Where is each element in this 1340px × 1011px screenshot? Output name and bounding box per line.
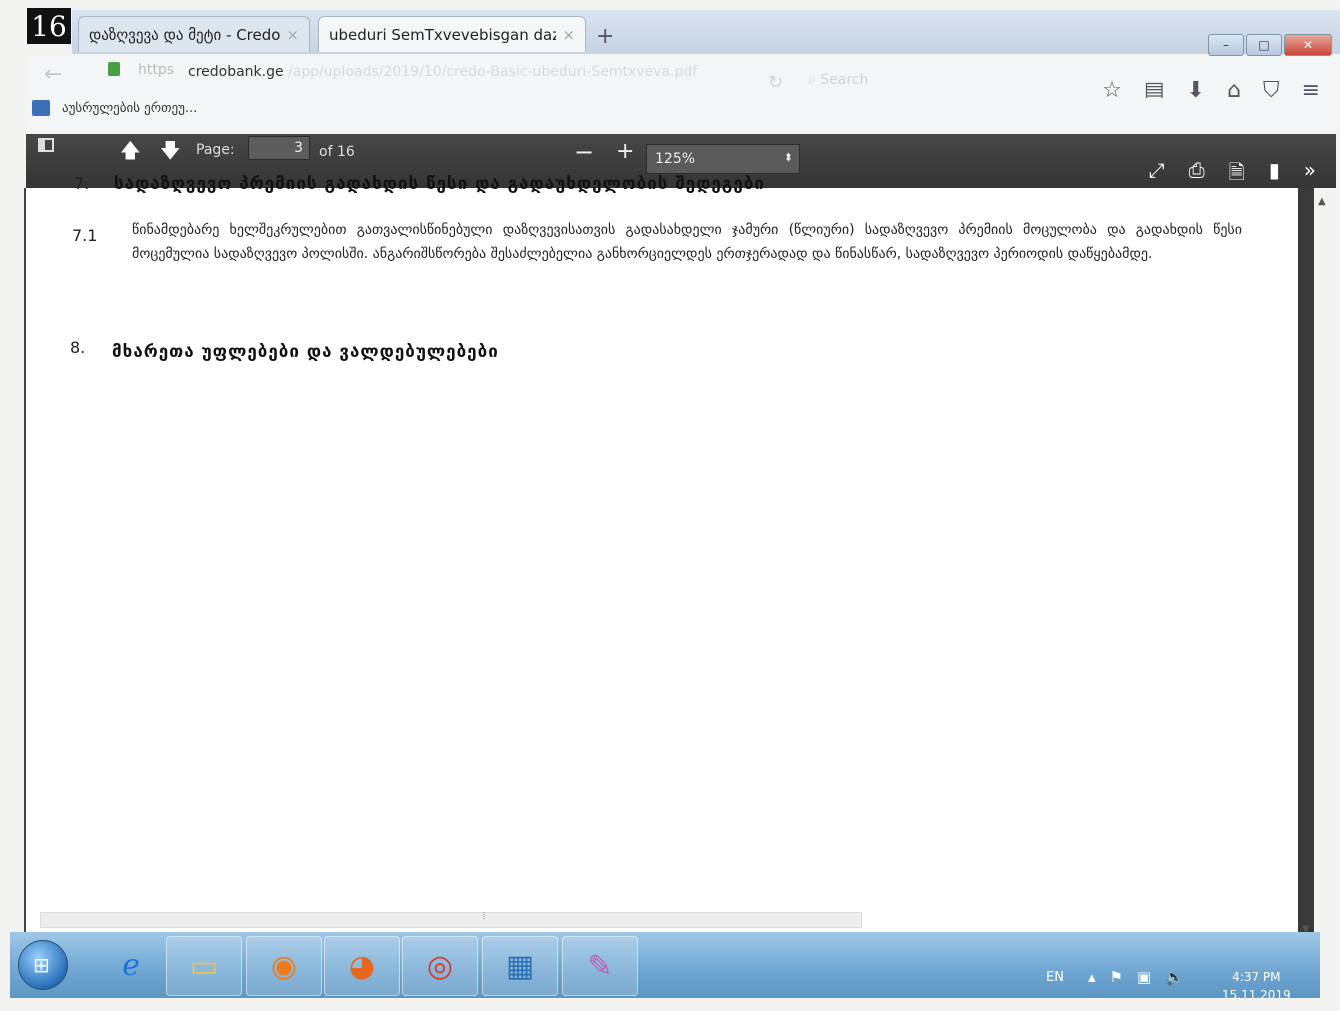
url-path[interactable]: /app/uploads/2019/10/credo-Basic-ubeduri… (288, 64, 697, 80)
lync-icon[interactable]: ▦ (482, 936, 558, 996)
new-tab-button[interactable]: + (596, 24, 614, 49)
presentation-mode-icon[interactable]: ⤢ (1149, 158, 1165, 192)
back-arrow-icon[interactable]: ← (44, 62, 62, 87)
file-explorer-icon[interactable]: ▭ (166, 936, 242, 996)
tab-label: ubeduri SemTxvevebisgan daz... (329, 25, 557, 44)
tab-credo[interactable]: დაზღვევა და მეტი - Credo × (78, 16, 310, 52)
tab-pdf-document[interactable]: ubeduri SemTxvevebisgan daz... × (318, 16, 586, 52)
zoom-in-button[interactable]: + (616, 140, 634, 164)
page-label: Page: (196, 142, 235, 158)
volume-icon[interactable]: 🔈 (1165, 968, 1184, 986)
tools-icon[interactable]: » (1304, 158, 1316, 192)
zoom-value: 125% (655, 151, 696, 167)
section-number: 7. (74, 174, 90, 193)
clause-number: 7.1 (72, 226, 98, 245)
zoom-out-button[interactable]: − (574, 140, 594, 164)
minimize-button[interactable]: – (1208, 34, 1244, 56)
language-indicator[interactable]: EN (1046, 970, 1064, 985)
pdf-toolbar-actions: ⤢ ⎙ 🗎 ▮ » (1149, 158, 1316, 192)
search-input[interactable]: ⌕ Search (808, 72, 868, 88)
action-center-flag-icon[interactable]: ⚑ (1110, 968, 1123, 986)
lock-icon (108, 62, 120, 76)
paint-icon[interactable]: ✎ (562, 936, 638, 996)
network-icon[interactable]: ▣ (1137, 968, 1151, 986)
maximize-button[interactable]: □ (1246, 34, 1282, 56)
bookmark-favicon-icon (32, 100, 50, 116)
firefox-icon[interactable]: ◕ (324, 936, 400, 996)
clock[interactable]: 4:37 PM 15.11.2019 (1222, 968, 1291, 1004)
show-hidden-icons-icon[interactable]: ▴ (1088, 968, 1096, 986)
window-controls: – □ ✕ (1206, 34, 1332, 56)
reload-icon[interactable]: ↻ (768, 72, 783, 93)
tab-strip: დაზღვევა და მეტი - Credo × ubeduri SemTx… (72, 10, 1340, 56)
scroll-grip-icon: ⦙ (483, 911, 486, 922)
bookmarks-bar: აუსრულების ერთეუ... (28, 98, 1340, 130)
internet-explorer-icon[interactable]: ℯ (94, 936, 168, 994)
page-count: of 16 (319, 144, 355, 160)
system-tray: ▴ ⚑ ▣ 🔈 (1088, 968, 1184, 986)
section-heading: მხარეთა უფლებები და ვალდებულებები (112, 342, 499, 362)
scroll-up-arrow-icon[interactable]: ▲ (1318, 196, 1326, 207)
taskbar: ⊞ ℯ ▭ ◉ ◕ ◎ ▦ ✎ EN ▴ ⚑ ▣ 🔈 4:37 PM 15.11… (10, 932, 1320, 1002)
print-icon[interactable]: ⎙ (1189, 158, 1205, 192)
page-number-input[interactable] (248, 136, 310, 160)
save-icon[interactable]: 🗎 (1229, 158, 1245, 192)
start-button[interactable]: ⊞ (18, 940, 68, 990)
chrome-icon[interactable]: ◎ (402, 936, 478, 996)
close-window-button[interactable]: ✕ (1284, 34, 1332, 56)
previous-page-icon[interactable]: 🡅 (120, 136, 141, 170)
bookmark-icon[interactable]: ▮ (1269, 158, 1280, 192)
vertical-scrollbar[interactable] (1298, 188, 1314, 940)
section-number: 8. (70, 338, 86, 357)
select-arrows-icon: ⬍ (783, 151, 793, 164)
pdf-page: 7. სადაზღვევო პრემიის გადახდის წესი და გ… (24, 174, 1298, 933)
clock-time: 4:37 PM (1232, 970, 1281, 984)
section-heading: სადაზღვევო პრემიის გადახდის წესი და გადა… (114, 174, 765, 194)
media-player-icon[interactable]: ◉ (246, 936, 322, 996)
url-domain[interactable]: credobank.ge (188, 64, 284, 80)
horizontal-scrollbar[interactable]: ⦙ (40, 911, 862, 928)
search-placeholder: Search (820, 72, 869, 88)
page-number-badge: 16 (27, 8, 71, 44)
bookmark-item[interactable]: აუსრულების ერთეუ... (62, 101, 197, 116)
navigation-bar: ← https credobank.ge /app/uploads/2019/1… (28, 56, 1340, 103)
clock-date: 15.11.2019 (1222, 988, 1291, 1002)
sidebar-toggle-icon[interactable] (38, 138, 54, 152)
tab-label: დაზღვევა და მეტი - Credo (89, 25, 281, 44)
zoom-select[interactable]: 125% ⬍ (646, 144, 800, 174)
url-scheme[interactable]: https (138, 62, 174, 78)
tab-close-icon[interactable]: × (286, 26, 299, 44)
tab-close-icon[interactable]: × (562, 26, 575, 44)
next-page-icon[interactable]: 🡇 (160, 136, 181, 170)
windows-logo-icon: ⊞ (33, 953, 50, 977)
clause-text: წინამდებარე ხელშეკრულებით გათვალისწინებუ… (132, 222, 1242, 262)
